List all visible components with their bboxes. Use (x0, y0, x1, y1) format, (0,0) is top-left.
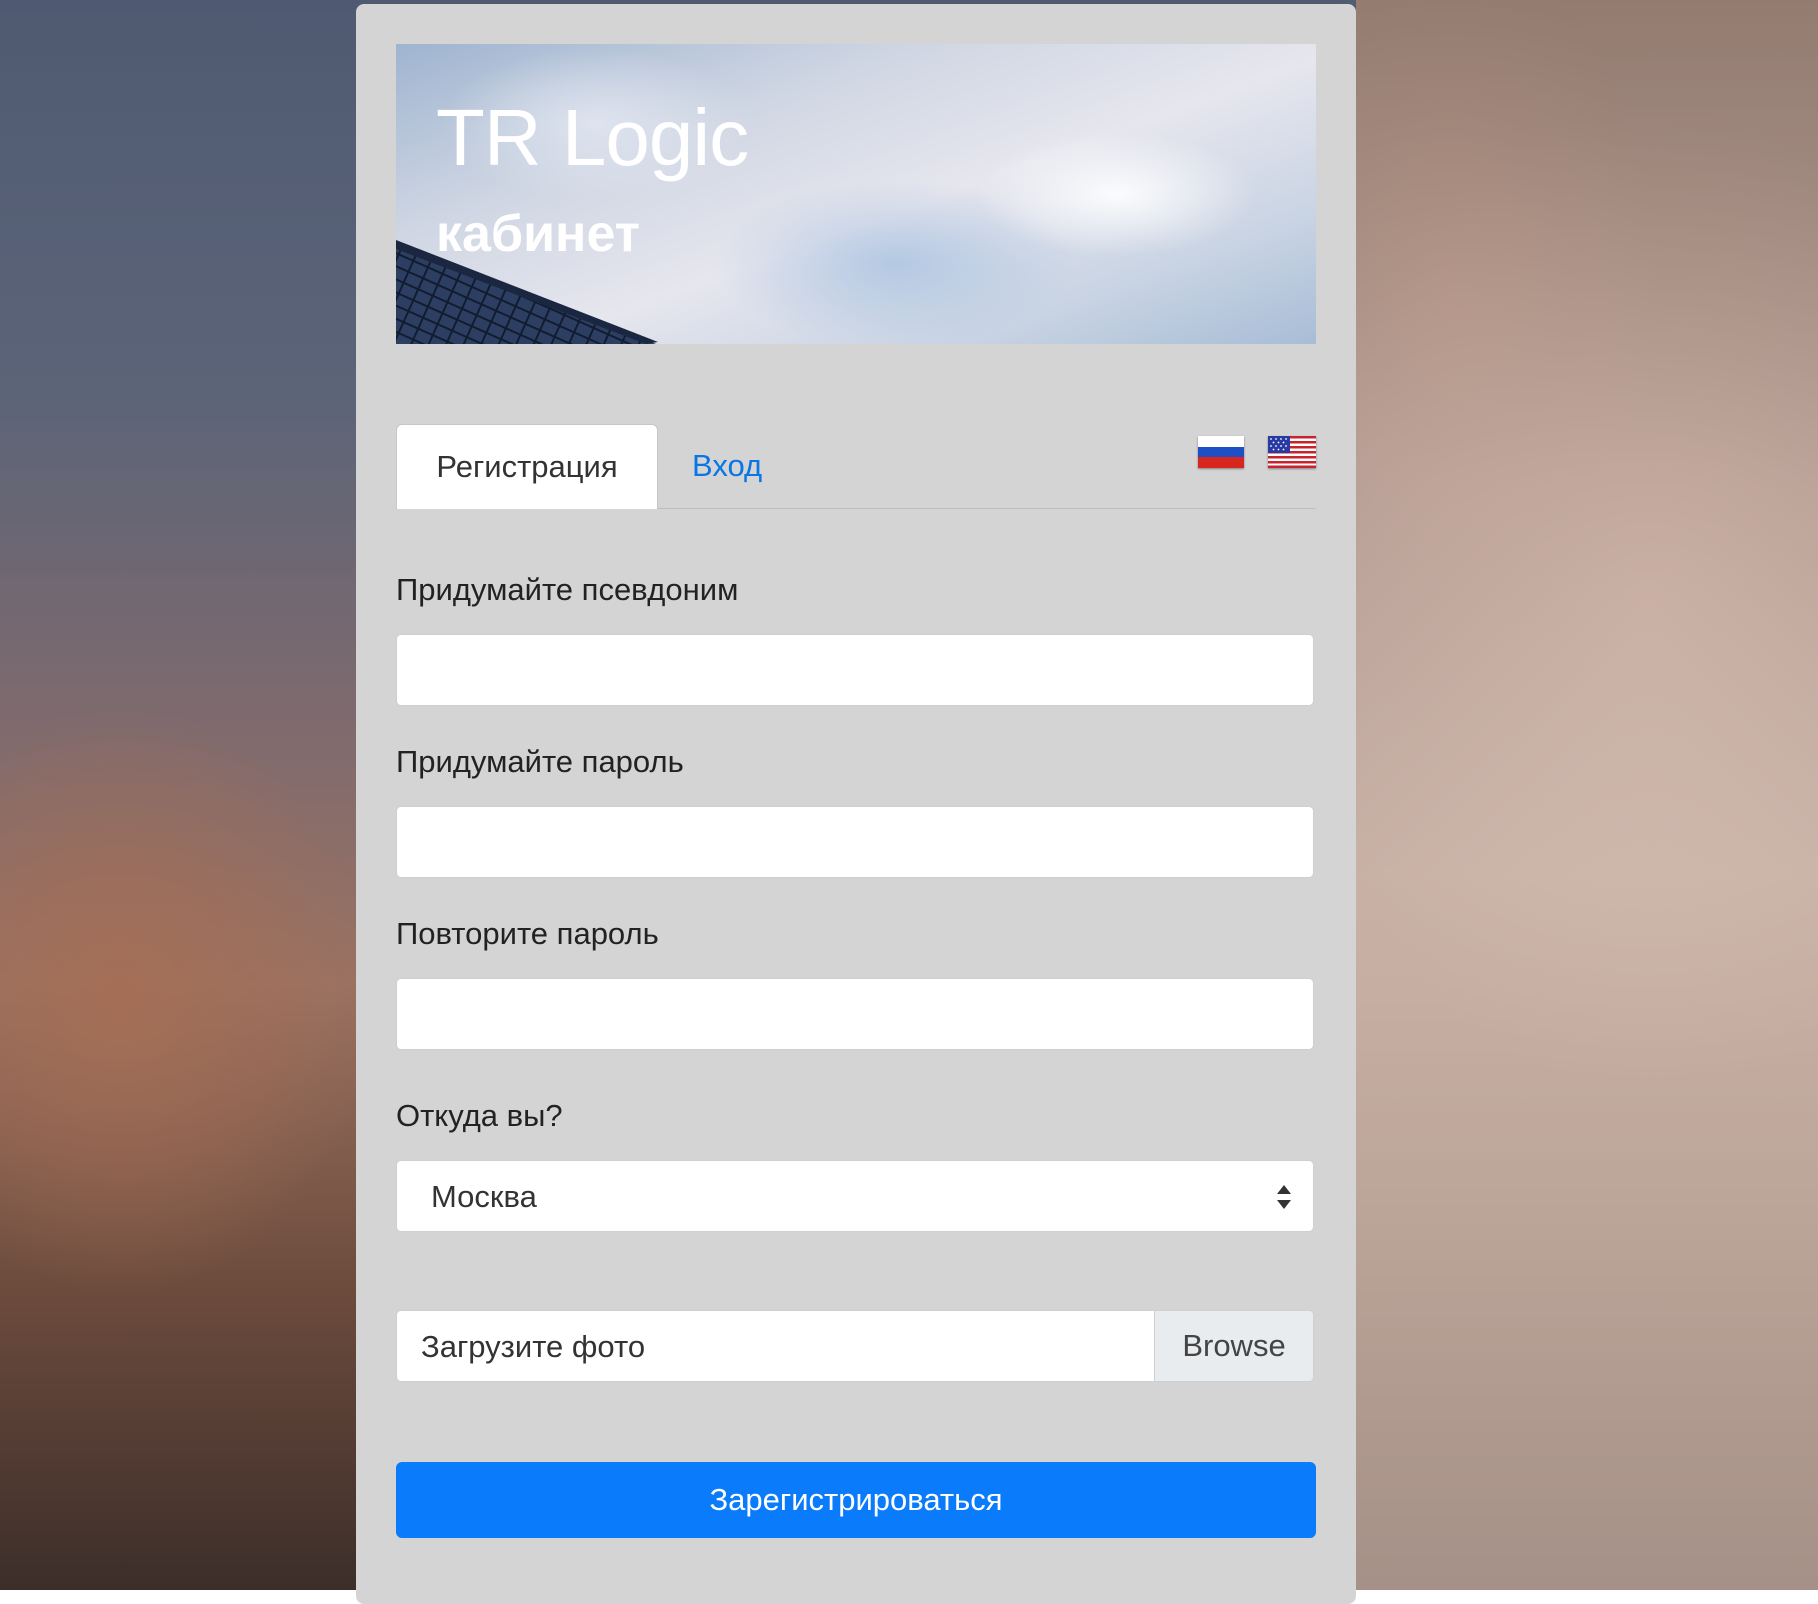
header-banner: TR Logic кабинет (396, 44, 1316, 344)
roof-graphic (396, 44, 1316, 344)
auth-tabs: Регистрация Вход (396, 424, 1316, 509)
background-right (1356, 0, 1818, 1590)
repeat-password-input[interactable] (396, 978, 1314, 1050)
registration-card: TR Logic кабинет Регистрация Вход Придум… (356, 4, 1356, 1604)
repeat-password-label: Повторите пароль (396, 916, 659, 952)
password-input[interactable] (396, 806, 1314, 878)
us-flag-icon[interactable] (1268, 436, 1316, 468)
tab-registration[interactable]: Регистрация (396, 424, 658, 509)
app-title: TR Logic (436, 92, 748, 184)
city-select[interactable]: Москва (396, 1160, 1314, 1232)
nickname-label: Придумайте псевдоним (396, 572, 738, 608)
app-subtitle: кабинет (436, 204, 640, 264)
photo-upload-label: Загрузите фото (421, 1311, 645, 1382)
register-button[interactable]: Зарегистрироваться (396, 1462, 1316, 1538)
photo-upload[interactable]: Загрузите фото Browse (396, 1310, 1314, 1382)
tab-login[interactable]: Вход (692, 424, 762, 508)
city-label: Откуда вы? (396, 1098, 563, 1134)
ru-flag-icon[interactable] (1198, 436, 1244, 468)
city-select-value: Москва (431, 1161, 537, 1233)
browse-button[interactable]: Browse (1154, 1311, 1313, 1381)
password-label: Придумайте пароль (396, 744, 684, 780)
select-arrows-icon (1277, 1185, 1291, 1209)
nickname-input[interactable] (396, 634, 1314, 706)
